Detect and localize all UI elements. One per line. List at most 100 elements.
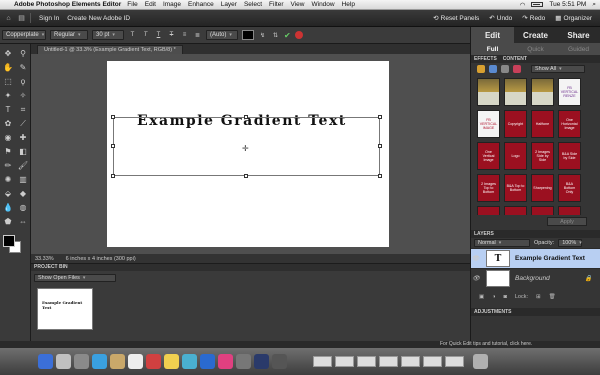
- menu-help[interactable]: Help: [342, 1, 355, 8]
- smart-brush-tool-icon[interactable]: ✺: [1, 173, 15, 186]
- orientation-icon[interactable]: ⇅: [271, 31, 280, 40]
- apply-button[interactable]: Apply: [547, 217, 587, 226]
- cancel-icon[interactable]: [294, 31, 303, 39]
- effect-thumbnail[interactable]: One Horizontal Image: [558, 110, 581, 138]
- menu-enhance[interactable]: Enhance: [188, 1, 214, 8]
- document-info[interactable]: 6 inches x 4 inches (300 ppi): [66, 256, 136, 262]
- pencil-tool-icon[interactable]: ✏: [1, 159, 15, 172]
- transform-handle[interactable]: [378, 144, 382, 148]
- layer-row-text[interactable]: 👁 T Example Gradient Text: [471, 248, 600, 268]
- effect-thumbnail[interactable]: Copyright: [504, 110, 527, 138]
- tab-create[interactable]: Create: [514, 27, 557, 43]
- lasso-tool-icon[interactable]: ϙ: [16, 75, 30, 88]
- project-bin-thumbnail[interactable]: Example Gradient Text: [37, 288, 93, 330]
- visibility-eye-icon[interactable]: 👁: [471, 275, 481, 282]
- app-icon[interactable]: [272, 354, 287, 369]
- adjustment-layer-icon[interactable]: ◑: [492, 294, 495, 300]
- effect-thumbnail[interactable]: [531, 78, 554, 106]
- effect-thumbnail[interactable]: One Vertical Image: [477, 142, 500, 170]
- shape-tool-icon[interactable]: ◆: [16, 187, 30, 200]
- transform-handle[interactable]: [244, 174, 248, 178]
- itunes-music-icon[interactable]: [218, 354, 233, 369]
- reference-point-icon[interactable]: ✛: [242, 144, 249, 153]
- document-tab[interactable]: Untitled-1 @ 33.3% (Example Gradient Tex…: [37, 44, 183, 54]
- menu-window[interactable]: Window: [311, 1, 334, 8]
- faux-italic-icon[interactable]: T: [141, 31, 150, 40]
- effect-thumbnail[interactable]: 2 Images Top to Bottom: [477, 174, 500, 202]
- minimized-window[interactable]: [313, 356, 332, 367]
- contacts-icon[interactable]: [110, 354, 125, 369]
- effect-thumbnail[interactable]: 2 Images Side by Side: [531, 142, 554, 170]
- transform-handle[interactable]: [111, 115, 115, 119]
- effect-thumbnail[interactable]: [477, 78, 500, 106]
- text-color-swatch[interactable]: [242, 30, 254, 40]
- zoom-tool-icon[interactable]: ⚲: [16, 47, 30, 60]
- color-swatches[interactable]: [3, 235, 31, 257]
- effect-thumbnail[interactable]: FB VERTICAL RENZE: [558, 78, 581, 106]
- system-preferences-icon[interactable]: [236, 354, 251, 369]
- minimized-window[interactable]: [357, 356, 376, 367]
- organizer-button[interactable]: ▦ Organizer: [555, 14, 592, 23]
- create-id-link[interactable]: Create New Adobe ID: [67, 15, 130, 22]
- notes-icon[interactable]: [164, 354, 179, 369]
- menu-layer[interactable]: Layer: [221, 1, 237, 8]
- photo-effects-icon[interactable]: [501, 65, 509, 73]
- align-left-icon[interactable]: ≡: [180, 31, 189, 40]
- effect-thumbnail[interactable]: Logo: [504, 142, 527, 170]
- clone-stamp-tool-icon[interactable]: ⚑: [1, 145, 15, 158]
- type-tool-icon[interactable]: T: [1, 103, 15, 116]
- actions-icon[interactable]: [513, 65, 521, 73]
- effect-thumbnail[interactable]: B&A Snap Right Only: [477, 206, 500, 215]
- tab-content[interactable]: CONTENT: [503, 56, 527, 62]
- recompose-tool-icon[interactable]: ⇔: [16, 215, 30, 228]
- strikethrough-icon[interactable]: T: [167, 31, 176, 40]
- spot-healing-tool-icon[interactable]: ✚: [16, 131, 30, 144]
- menu-image[interactable]: Image: [163, 1, 181, 8]
- transform-handle[interactable]: [244, 115, 248, 119]
- filters-icon[interactable]: [477, 65, 485, 73]
- styles-icon[interactable]: [489, 65, 497, 73]
- opacity-input[interactable]: 100%: [558, 239, 583, 247]
- brush-tool-icon[interactable]: 🖌: [16, 159, 30, 172]
- gradient-tool-icon[interactable]: ▥: [16, 173, 30, 186]
- photoshop-elements-icon[interactable]: [254, 354, 269, 369]
- effect-thumbnail[interactable]: FB VERTICAL IMAGE: [477, 110, 500, 138]
- font-size-select[interactable]: 30 pt: [92, 30, 124, 40]
- layer-row-background[interactable]: 👁 Background 🔒: [471, 268, 600, 288]
- undo-button[interactable]: ↶ Undo: [489, 14, 512, 23]
- font-family-select[interactable]: Copperplate: [2, 30, 46, 40]
- commit-check-icon[interactable]: ✔: [284, 31, 291, 40]
- itunes-icon[interactable]: [200, 354, 215, 369]
- redo-button[interactable]: ↷ Redo: [522, 14, 545, 23]
- minimized-window[interactable]: [445, 356, 464, 367]
- blur-tool-icon[interactable]: 💧: [1, 201, 15, 214]
- effect-thumbnail[interactable]: B&A Bottom Only: [558, 174, 581, 202]
- menu-file[interactable]: File: [127, 1, 137, 8]
- effect-thumbnail[interactable]: © Ex Text Copy: [531, 206, 554, 215]
- magic-wand-tool-icon[interactable]: ✦: [1, 89, 15, 102]
- move-tool-icon[interactable]: ✥: [1, 47, 15, 60]
- blend-mode-select[interactable]: Normal: [474, 239, 530, 247]
- mask-icon[interactable]: ◙: [504, 294, 507, 300]
- tab-guided[interactable]: Guided: [557, 43, 600, 55]
- launchpad-icon[interactable]: [56, 354, 71, 369]
- cookie-cutter-tool-icon[interactable]: ✿: [1, 117, 15, 130]
- clock[interactable]: Tue 5:51 PM: [549, 1, 586, 8]
- delete-layer-icon[interactable]: 🗑: [549, 294, 556, 300]
- project-bin-filter-select[interactable]: Show Open Files: [34, 274, 116, 282]
- battery-icon[interactable]: [531, 2, 544, 7]
- transform-handle[interactable]: [111, 144, 115, 148]
- effect-thumbnail[interactable]: Halftone: [531, 110, 554, 138]
- reset-panels-button[interactable]: ⟲ Reset Panels: [433, 14, 479, 23]
- canvas-area[interactable]: Example Gradient Text ✛: [31, 54, 470, 254]
- foreground-color-swatch[interactable]: [3, 235, 15, 247]
- sponge-tool-icon[interactable]: ◍: [16, 201, 30, 214]
- marquee-tool-icon[interactable]: ⬚: [1, 75, 15, 88]
- crop-tool-icon[interactable]: ⌗: [16, 103, 30, 116]
- align-center-icon[interactable]: ≣: [193, 31, 202, 40]
- warp-text-icon[interactable]: ↯: [258, 31, 267, 40]
- transform-handle[interactable]: [378, 115, 382, 119]
- tab-effects[interactable]: EFFECTS: [474, 56, 497, 62]
- straighten-tool-icon[interactable]: ⟋: [16, 117, 30, 130]
- menu-edit[interactable]: Edit: [145, 1, 156, 8]
